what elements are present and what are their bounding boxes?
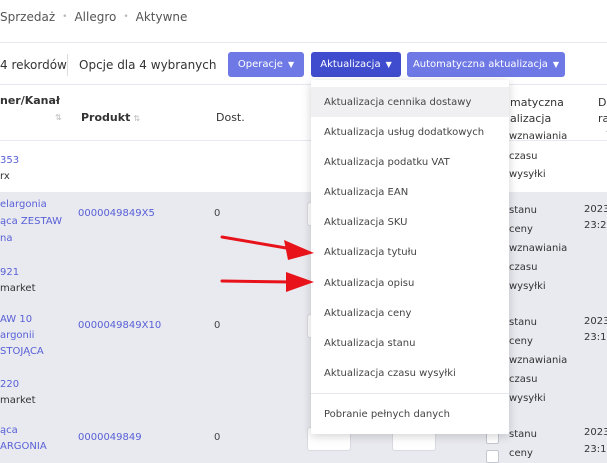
sort-icon: ⇅	[133, 114, 141, 123]
bulk-toolbar: 4 rekordów Opcje dla 4 wybranych Operacj…	[0, 52, 607, 78]
channel-label: market	[0, 395, 36, 406]
column-header-product[interactable]: Produkt ⇅	[81, 111, 140, 124]
update-button-label: Aktualizacja	[320, 59, 381, 70]
auto-update-label: ceny	[509, 336, 533, 347]
auto-update-label: wysyłki	[509, 281, 546, 292]
breadcrumb-separator: •	[123, 12, 129, 22]
auto-update-label: stanu	[509, 429, 537, 440]
auto-update-label: wysyłki	[509, 393, 546, 404]
column-header-partner[interactable]: ner/Kanał	[0, 94, 60, 107]
breadcrumb-sales[interactable]: Sprzedaż	[0, 10, 55, 24]
divider	[67, 54, 68, 76]
menu-item-price[interactable]: Aktualizacja ceny	[311, 298, 509, 328]
operations-button[interactable]: Operacje ▼	[228, 52, 304, 77]
auto-update-label: wysyłki	[509, 169, 546, 180]
chevron-down-icon: ▼	[552, 60, 560, 69]
auto-update-label: czasu	[509, 262, 538, 273]
records-count: 4 rekordów	[0, 58, 67, 72]
auto-update-button-label: Automatyczna aktualizacja	[412, 59, 548, 70]
sort-icon[interactable]: ⇅	[55, 113, 62, 122]
column-header-date[interactable]: D ra	[598, 95, 607, 127]
divider	[0, 42, 607, 43]
offer-name-link[interactable]: elargonia	[0, 196, 47, 213]
offer-name-link[interactable]: ąca ZESTAW	[0, 213, 62, 230]
date-value: 2023	[584, 204, 607, 215]
date-value: 2023	[584, 316, 607, 327]
auto-update-label: wznawiania	[509, 243, 568, 254]
column-header-date-line2: ra	[598, 112, 607, 125]
offer-name-link[interactable]: argonii	[0, 327, 34, 344]
date-value: 2023	[584, 427, 607, 438]
offer-id-link[interactable]: 921	[0, 264, 19, 281]
breadcrumb-separator: •	[62, 12, 68, 22]
breadcrumb-active: Aktywne	[135, 10, 188, 24]
column-header-auto-update-line1: matyczna	[510, 96, 564, 109]
menu-item-description[interactable]: Aktualizacja opisu	[311, 268, 509, 298]
auto-update-label: czasu	[509, 374, 538, 385]
availability-value: 0	[214, 208, 221, 219]
options-label: Opcje dla 4 wybranych	[79, 58, 217, 72]
product-sku-link[interactable]: 0000049849X10	[78, 317, 161, 334]
availability-value: 0	[214, 432, 221, 443]
menu-item-title[interactable]: Aktualizacja tytułu	[311, 237, 509, 267]
product-sku-link[interactable]: 0000049849X5	[78, 205, 155, 222]
chevron-down-icon: ▼	[385, 60, 392, 69]
menu-item-vat[interactable]: Aktualizacja podatku VAT	[311, 147, 509, 177]
column-header-date-line1: D	[598, 96, 607, 109]
column-header-product-label: Produkt	[81, 111, 131, 124]
operations-button-label: Operacje	[237, 59, 283, 70]
channel-label: rx	[0, 171, 10, 182]
menu-item-shipping-time[interactable]: Aktualizacja czasu wysyłki	[311, 358, 509, 388]
breadcrumb: Sprzedaż • Allegro • Aktywne	[0, 8, 187, 26]
offer-name-link[interactable]: 353	[0, 152, 19, 169]
breadcrumb-allegro[interactable]: Allegro	[74, 10, 116, 24]
update-button[interactable]: Aktualizacja ▼	[311, 52, 401, 77]
column-header-availability[interactable]: Dost.	[216, 111, 245, 124]
product-sku-link[interactable]: 0000049849	[78, 429, 142, 446]
auto-update-label: ceny	[509, 224, 533, 235]
column-header-partner-label: ner/Kanał	[0, 94, 61, 107]
table-row[interactable]: ąca ARGONIA 0000049849 0 stanu ceny 2023…	[0, 416, 607, 463]
chevron-down-icon: ▼	[287, 60, 295, 69]
menu-item-stock[interactable]: Aktualizacja stanu	[311, 328, 509, 358]
auto-update-label: wznawiania	[509, 131, 568, 142]
column-header-auto-update[interactable]: matyczna alizacja	[510, 95, 564, 127]
auto-update-label: czasu	[509, 151, 538, 162]
menu-divider	[311, 393, 509, 394]
offer-name-link[interactable]: na	[0, 230, 12, 247]
time-value: 23:17	[584, 332, 607, 343]
offer-name-link[interactable]: ARGONIA	[0, 438, 47, 455]
annotation-arrow-icon	[220, 235, 314, 260]
table-row[interactable]: 353 rx wznawiania czasu wysyłki	[0, 131, 607, 192]
time-value: 23:25	[584, 220, 607, 231]
menu-item-shipping-rates[interactable]: Aktualizacja cennika dostawy	[311, 87, 509, 117]
availability-value: 0	[214, 320, 221, 331]
offer-name-link[interactable]: STOJĄCA	[0, 343, 44, 360]
update-dropdown-menu: Aktualizacja cennika dostawy Aktualizacj…	[311, 80, 509, 434]
menu-item-fetch-full-data[interactable]: Pobranie pełnych danych	[311, 399, 509, 429]
column-header-availability-label: Dost.	[216, 111, 245, 124]
column-header-auto-update-line2: alizacja	[510, 112, 552, 125]
menu-item-additional-services[interactable]: Aktualizacja usług dodatkowych	[311, 117, 509, 147]
auto-update-label: ceny	[509, 448, 533, 459]
menu-item-sku[interactable]: Aktualizacja SKU	[311, 207, 509, 237]
channel-label: market	[0, 283, 36, 294]
divider	[0, 84, 607, 85]
auto-update-button[interactable]: Automatyczna aktualizacja ▼	[407, 52, 565, 77]
auto-update-label: stanu	[509, 205, 537, 216]
offer-name-link[interactable]: AW 10	[0, 311, 32, 328]
offer-id-link[interactable]: 220	[0, 376, 19, 393]
table-row[interactable]: AW 10 argonii STOJĄCA 220 market 0000049…	[0, 304, 607, 416]
annotation-arrow-icon	[220, 272, 314, 292]
auto-update-checkbox[interactable]	[486, 450, 499, 463]
auto-update-label: wznawiania	[509, 355, 568, 366]
auto-update-label: stanu	[509, 317, 537, 328]
offer-name-link[interactable]: ąca	[0, 422, 18, 439]
menu-item-ean[interactable]: Aktualizacja EAN	[311, 177, 509, 207]
time-value: 23:16	[584, 444, 607, 455]
